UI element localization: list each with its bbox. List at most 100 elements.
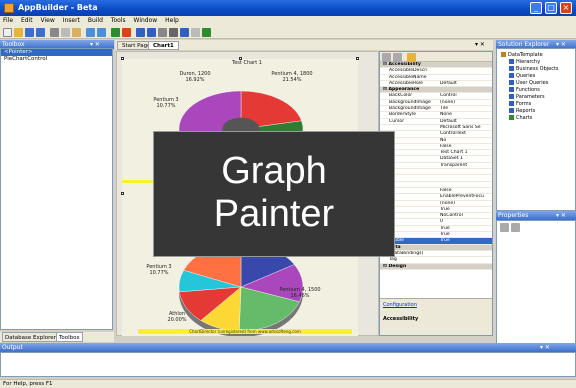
- window-title: AppBuilder - Beta: [18, 3, 98, 12]
- tree-item[interactable]: Functions: [509, 87, 540, 93]
- property-grid-toolbar: [380, 52, 492, 62]
- app-icon: [4, 3, 14, 13]
- folder-icon: [509, 94, 514, 99]
- toolbox-item-piechart[interactable]: PieChartControl: [1, 56, 112, 63]
- tab-chart1[interactable]: Chart1: [148, 41, 179, 50]
- resize-handle[interactable]: [239, 57, 242, 60]
- tab-toolbox[interactable]: Toolbox: [56, 332, 83, 342]
- tree-item[interactable]: Parameters: [509, 94, 545, 100]
- tab-database-explorer[interactable]: Database Explorer: [2, 332, 59, 342]
- chart-label-duron: Duron, 1200 16.92%: [179, 71, 211, 83]
- properties-window: [496, 220, 576, 346]
- paste-icon[interactable]: [72, 28, 81, 37]
- folder-icon: [509, 108, 514, 113]
- tree-item[interactable]: Reports: [509, 108, 535, 114]
- toolbar: [0, 27, 576, 39]
- toolbox-title: Toolbox: [2, 41, 25, 48]
- chart-label-pentium4: Pentium 4, 1800 21.54%: [271, 71, 313, 83]
- property-grid: ⊟ Accessibility AccessibleDescri Accessibl…: [379, 51, 493, 336]
- resize-handle[interactable]: [121, 192, 124, 195]
- run-icon[interactable]: [122, 28, 131, 37]
- document-tabs: Start Page Chart1 ▾ ✕: [115, 40, 493, 50]
- menu-help[interactable]: Help: [162, 16, 182, 25]
- undo-icon[interactable]: [86, 28, 95, 37]
- property-list: ⊟ Accessibility AccessibleDescri Accessibl…: [380, 62, 492, 270]
- resize-handle[interactable]: [121, 57, 124, 60]
- property-description: Configuration Accessibility: [380, 298, 492, 335]
- chart-footer: ChartDirector (unregistered) from www.ad…: [138, 329, 352, 334]
- output-title: Output: [2, 344, 23, 351]
- menu-build[interactable]: Build: [85, 16, 106, 25]
- resize-handle[interactable]: [356, 57, 359, 60]
- menu-view[interactable]: View: [38, 16, 58, 25]
- tree-item[interactable]: User Queries: [509, 80, 548, 86]
- tree-item[interactable]: DataTemplate: [501, 52, 543, 58]
- menu-insert[interactable]: Insert: [60, 16, 83, 25]
- tree-item[interactable]: Forms: [509, 101, 531, 107]
- tree-item-label: Charts: [516, 115, 533, 121]
- tree-item[interactable]: Business Objects: [509, 66, 559, 72]
- output-header: Output ▾ ✕: [0, 343, 576, 352]
- toolbox-panel: <Pointer> PieChartControl: [0, 48, 113, 330]
- maximize-button[interactable]: □: [545, 2, 557, 14]
- tree-item-label: User Queries: [516, 80, 549, 86]
- menu-edit[interactable]: Edit: [18, 16, 36, 25]
- output-controls[interactable]: ▾ ✕: [540, 343, 550, 352]
- folder-icon: [509, 80, 514, 85]
- folder-icon: [509, 73, 514, 78]
- alphabetical-icon[interactable]: [393, 53, 402, 62]
- title-bar: AppBuilder - Beta _ □ ×: [0, 0, 576, 16]
- menu-tools[interactable]: Tools: [108, 16, 129, 25]
- tree-item[interactable]: Charts: [509, 115, 532, 121]
- open-icon[interactable]: [14, 28, 23, 37]
- redo-icon[interactable]: [97, 28, 106, 37]
- build-icon[interactable]: [111, 28, 120, 37]
- categorized-icon[interactable]: [500, 223, 509, 232]
- tree-item-label: Business Objects: [516, 66, 559, 72]
- events-icon[interactable]: [407, 53, 416, 62]
- toolbox-item-pointer[interactable]: <Pointer>: [1, 49, 112, 56]
- tree-item[interactable]: Queries: [509, 73, 535, 79]
- minimize-button[interactable]: _: [530, 2, 542, 14]
- options-icon[interactable]: [191, 28, 200, 37]
- graph-painter-overlay: Graph Painter: [153, 131, 395, 257]
- copy-icon[interactable]: [61, 28, 70, 37]
- folder-icon: [501, 52, 506, 57]
- properties-icon[interactable]: [158, 28, 167, 37]
- menu-bar: File Edit View Insert Build Tools Window…: [0, 16, 576, 27]
- configuration-link[interactable]: Configuration: [383, 302, 417, 308]
- chart-label-pentium3: Pentium 3 10.77%: [153, 97, 179, 109]
- menu-window[interactable]: Window: [131, 16, 161, 25]
- toolbox-icon[interactable]: [147, 28, 156, 37]
- folder-icon: [509, 66, 514, 71]
- overlay-line-1: Graph: [221, 150, 327, 192]
- properties-header: Properties ▾ ✕: [496, 211, 576, 220]
- solution-explorer-title: Solution Explorer: [498, 41, 550, 48]
- property-category[interactable]: ⊟ Design: [380, 263, 492, 270]
- menu-file[interactable]: File: [0, 16, 16, 25]
- tree-item[interactable]: Hierarchy: [509, 59, 540, 65]
- alphabetical-icon[interactable]: [511, 223, 520, 232]
- chart-label-pentium4-bottom: Pentium 4, 1500 16.46%: [279, 287, 321, 299]
- tree-item-label: Queries: [516, 73, 536, 79]
- status-bar: For Help, press F1: [0, 379, 576, 388]
- tree-item-label: Parameters: [516, 94, 545, 100]
- categorized-icon[interactable]: [382, 53, 391, 62]
- help-icon[interactable]: [202, 28, 211, 37]
- property-name: ⊟ Design: [383, 263, 407, 269]
- doc-controls[interactable]: ▾ ✕: [475, 41, 485, 48]
- explorer-icon[interactable]: [169, 28, 178, 37]
- output-panel[interactable]: [0, 352, 576, 377]
- save-all-icon[interactable]: [36, 28, 45, 37]
- properties-title: Properties: [498, 212, 529, 219]
- close-button[interactable]: ×: [560, 2, 572, 14]
- output-icon[interactable]: [180, 28, 189, 37]
- save-icon[interactable]: [25, 28, 34, 37]
- chart-label-athlon: Athlon 20.00%: [167, 311, 187, 323]
- tree-item-label: Functions: [516, 87, 540, 93]
- properties-controls[interactable]: ▾ ✕: [556, 211, 566, 220]
- cut-icon[interactable]: [50, 28, 59, 37]
- new-icon[interactable]: [3, 28, 12, 37]
- description-title: Accessibility: [383, 316, 419, 322]
- find-icon[interactable]: [136, 28, 145, 37]
